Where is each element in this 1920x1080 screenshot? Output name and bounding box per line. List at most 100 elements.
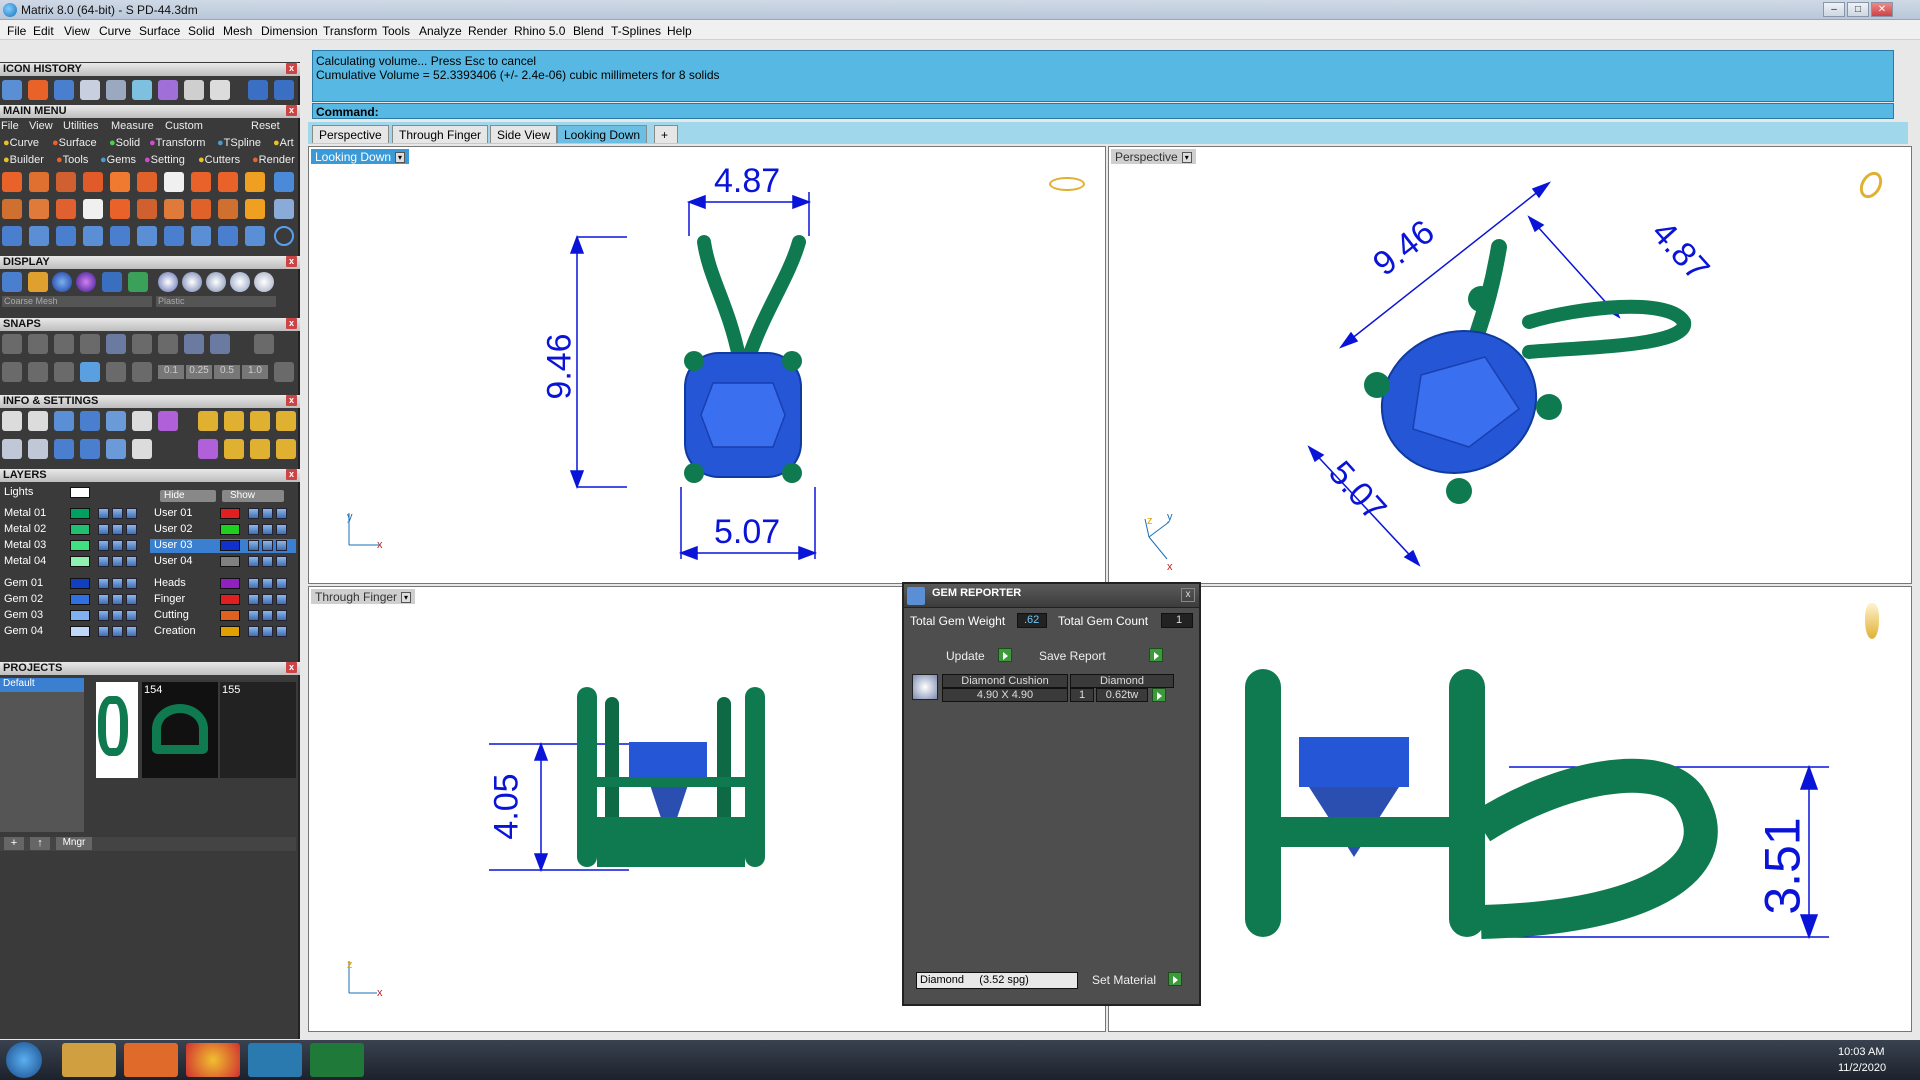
- mm-tools[interactable]: ●Tools: [56, 154, 88, 166]
- tool-icon[interactable]: [191, 199, 211, 219]
- info-icon[interactable]: [198, 411, 218, 431]
- info-icon[interactable]: [224, 439, 244, 459]
- tool-icon[interactable]: [137, 199, 157, 219]
- project-thumb[interactable]: 155: [220, 682, 296, 778]
- layer-row[interactable]: User 01: [150, 507, 296, 521]
- menu-mesh[interactable]: Mesh: [223, 24, 252, 38]
- mm-custom[interactable]: Custom: [165, 120, 203, 132]
- tool-icon[interactable]: [56, 172, 76, 192]
- material-select[interactable]: Plastic: [156, 296, 276, 307]
- info-icon[interactable]: [158, 411, 178, 431]
- chrome-icon[interactable]: [186, 1043, 240, 1077]
- clock-time[interactable]: 10:03 AM: [1838, 1046, 1884, 1058]
- tool-icon[interactable]: [83, 199, 103, 219]
- close-icon[interactable]: x: [286, 105, 297, 116]
- update-button[interactable]: Update: [946, 649, 985, 665]
- mm-curve[interactable]: ●Curve: [3, 137, 39, 149]
- layers-icon[interactable]: [54, 411, 74, 431]
- snap-icon[interactable]: [132, 334, 152, 354]
- history-tool-icon[interactable]: [184, 80, 204, 100]
- menu-solid[interactable]: Solid: [188, 24, 215, 38]
- tool-icon[interactable]: [218, 199, 238, 219]
- maximize-button[interactable]: □: [1847, 2, 1869, 17]
- history-forward-icon[interactable]: [274, 80, 294, 100]
- menu-view[interactable]: View: [64, 24, 90, 38]
- viewport-side-view[interactable]: 3.51: [1108, 586, 1912, 1032]
- mm-view[interactable]: View: [29, 120, 53, 132]
- search-icon[interactable]: [28, 411, 48, 431]
- mm-solid[interactable]: ●Solid: [109, 137, 140, 149]
- menu-edit[interactable]: Edit: [33, 24, 54, 38]
- layer-row[interactable]: Gem 03: [0, 609, 146, 623]
- close-icon[interactable]: x: [286, 256, 297, 267]
- tool-icon[interactable]: [56, 226, 76, 246]
- tool-icon[interactable]: [164, 199, 184, 219]
- close-icon[interactable]: x: [286, 662, 297, 673]
- project-default[interactable]: Default: [0, 678, 84, 692]
- menu-rhino[interactable]: Rhino 5.0: [514, 24, 565, 38]
- gem-detail-arrow-icon[interactable]: [1152, 688, 1166, 702]
- material-icon[interactable]: [206, 272, 226, 292]
- tool-icon[interactable]: [29, 172, 49, 192]
- settings-gear-icon[interactable]: [2, 411, 22, 431]
- mm-utilities[interactable]: Utilities: [63, 120, 98, 132]
- snap-icon[interactable]: [132, 362, 152, 382]
- info-icon[interactable]: [54, 439, 74, 459]
- tool-icon[interactable]: [110, 199, 130, 219]
- history-tool-icon[interactable]: [28, 80, 48, 100]
- history-tool-icon[interactable]: [158, 80, 178, 100]
- info-icon[interactable]: [224, 411, 244, 431]
- project-thumb[interactable]: [96, 682, 138, 778]
- layer-row[interactable]: Gem 01: [0, 577, 146, 591]
- info-icon[interactable]: [80, 439, 100, 459]
- tool-icon[interactable]: [29, 199, 49, 219]
- tab-through-finger[interactable]: Through Finger: [392, 125, 489, 143]
- tool-icon[interactable]: [191, 226, 211, 246]
- material-select[interactable]: Diamond (3.52 spg): [916, 972, 1078, 989]
- close-icon[interactable]: x: [1181, 588, 1195, 602]
- add-tab-button[interactable]: +: [654, 125, 678, 143]
- history-tool-icon[interactable]: [54, 80, 74, 100]
- layer-row[interactable]: Cutting: [150, 609, 296, 623]
- media-player-icon[interactable]: [124, 1043, 178, 1077]
- layer-row[interactable]: User 04: [150, 555, 296, 569]
- save-report-arrow-icon[interactable]: [1149, 648, 1163, 662]
- history-back-icon[interactable]: [248, 80, 268, 100]
- snap-icon[interactable]: [54, 362, 74, 382]
- menu-render[interactable]: Render: [468, 24, 507, 38]
- menu-tools[interactable]: Tools: [382, 24, 410, 38]
- snap-icon[interactable]: [158, 334, 178, 354]
- mm-cutters[interactable]: ●Cutters: [198, 154, 240, 166]
- rendered-icon[interactable]: [76, 272, 96, 292]
- tool-icon[interactable]: [245, 199, 265, 219]
- ghost-icon[interactable]: [28, 272, 48, 292]
- layer-row[interactable]: Metal 04: [0, 555, 146, 569]
- start-button[interactable]: [6, 1042, 42, 1078]
- snap-icon[interactable]: [210, 334, 230, 354]
- snap-icon[interactable]: [106, 334, 126, 354]
- display-mode-icon[interactable]: [102, 272, 122, 292]
- close-icon[interactable]: x: [286, 63, 297, 74]
- history-tool-icon[interactable]: [210, 80, 230, 100]
- tool-icon[interactable]: [274, 172, 294, 192]
- tool-icon[interactable]: [274, 199, 294, 219]
- minimize-button[interactable]: –: [1823, 2, 1845, 17]
- grid-icon[interactable]: [274, 362, 294, 382]
- tab-looking-down[interactable]: Looking Down: [557, 125, 648, 143]
- tool-icon[interactable]: [218, 226, 238, 246]
- mm-file[interactable]: File: [1, 120, 19, 132]
- info-icon[interactable]: [132, 439, 152, 459]
- tool-icon[interactable]: [2, 226, 22, 246]
- snap-icon[interactable]: [80, 334, 100, 354]
- material-icon[interactable]: [182, 272, 202, 292]
- matrix-app-icon[interactable]: [248, 1043, 302, 1077]
- tab-perspective[interactable]: Perspective: [312, 125, 389, 143]
- layer-row[interactable]: Metal 01: [0, 507, 146, 521]
- close-icon[interactable]: x: [286, 469, 297, 480]
- tool-icon[interactable]: [83, 226, 103, 246]
- wireframe-icon[interactable]: [2, 272, 22, 292]
- layer-row[interactable]: Metal 02: [0, 523, 146, 537]
- layer-row[interactable]: Finger: [150, 593, 296, 607]
- menu-analyze[interactable]: Analyze: [419, 24, 462, 38]
- tool-icon[interactable]: [29, 226, 49, 246]
